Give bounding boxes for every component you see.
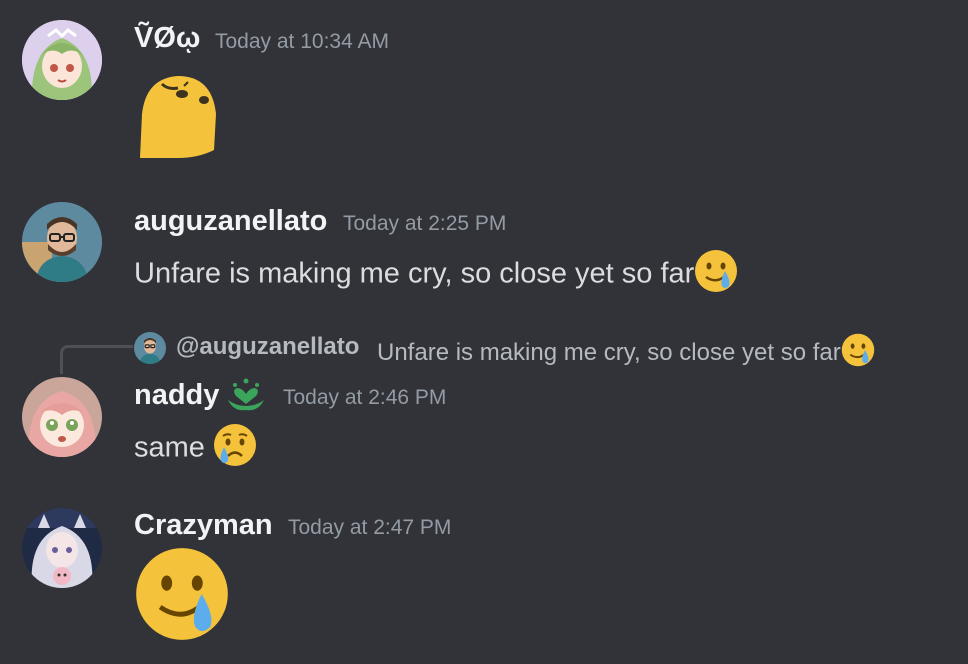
smiling-face-with-tear-emoji[interactable] xyxy=(134,546,230,642)
timestamp: Today at 10:34 AM xyxy=(215,30,389,53)
reply-text: Unfare is making me cry, so close yet so… xyxy=(377,338,841,366)
anime-girl-silver-hair-avatar xyxy=(22,508,102,588)
timestamp: Today at 2:47 PM xyxy=(288,516,452,539)
message-text: Unfare is making me cry, so close yet so… xyxy=(134,257,695,290)
avatar[interactable] xyxy=(22,20,102,100)
smiling-face-with-tear-emoji[interactable] xyxy=(694,249,738,301)
man-with-glasses-avatar xyxy=(22,202,102,282)
smiling-face-with-tear-emoji xyxy=(841,333,875,374)
reply-mention[interactable]: @auguzanellato xyxy=(176,333,359,361)
crying-face-emoji[interactable] xyxy=(213,423,257,475)
message-content: Unfare is making me cry, so close yet so… xyxy=(134,249,738,301)
anime-girl-pink-hair-avatar xyxy=(22,377,102,457)
green-heart-hands-badge[interactable] xyxy=(226,378,266,414)
avatar[interactable] xyxy=(22,202,102,282)
username[interactable]: auguzanellato xyxy=(134,205,327,238)
username[interactable]: Crazyman xyxy=(134,509,273,542)
reply-avatar[interactable] xyxy=(134,332,166,364)
username[interactable]: ṼØῳ xyxy=(134,22,200,55)
reply-preview-text[interactable]: Unfare is making me cry, so close yet so… xyxy=(377,333,875,374)
man-with-glasses-avatar xyxy=(134,332,166,364)
avatar[interactable] xyxy=(22,377,102,457)
timestamp: Today at 2:25 PM xyxy=(343,212,507,235)
message-content: same xyxy=(134,423,257,475)
username[interactable]: naddy xyxy=(134,379,219,412)
timestamp: Today at 2:46 PM xyxy=(283,386,447,409)
anime-girl-green-hair-avatar xyxy=(22,20,102,100)
yellow-blob-sticker[interactable] xyxy=(138,74,218,158)
reply-connector-line xyxy=(60,345,133,374)
avatar[interactable] xyxy=(22,508,102,588)
message-text: same xyxy=(134,431,205,464)
